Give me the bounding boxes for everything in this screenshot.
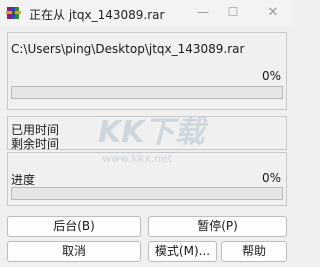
title-bar: 正在从 jtqx_143089.rar — ☐ ✕ — [0, 0, 294, 27]
total-progress-panel: 进度 0% — [7, 152, 287, 206]
file-path: C:\Users\ping\Desktop\jtqx_143089.rar — [11, 42, 245, 56]
maximize-icon[interactable]: ☐ — [220, 0, 246, 27]
progress-label: 进度 — [11, 173, 36, 187]
window-title: 正在从 jtqx_143089.rar — [29, 8, 165, 22]
file-percent: 0% — [261, 69, 281, 83]
file-progress-bar — [11, 86, 283, 99]
remaining-time-label: 剩余时间 — [11, 137, 60, 151]
cancel-button[interactable]: 取消 — [7, 241, 141, 262]
total-percent: 0% — [261, 171, 281, 185]
pause-button[interactable]: 暂停(P) — [148, 216, 287, 237]
background-button[interactable]: 后台(B) — [7, 216, 141, 237]
help-button[interactable]: 帮助 — [221, 241, 287, 262]
winrar-app-icon — [6, 7, 21, 19]
mode-button[interactable]: 模式(M)... — [148, 241, 217, 262]
total-progress-bar — [11, 187, 283, 200]
time-panel: 已用时间 剩余时间 — [7, 116, 287, 151]
file-progress-panel: C:\Users\ping\Desktop\jtqx_143089.rar 0% — [7, 32, 287, 110]
minimize-icon[interactable]: — — [190, 0, 216, 27]
close-icon[interactable]: ✕ — [260, 0, 286, 27]
